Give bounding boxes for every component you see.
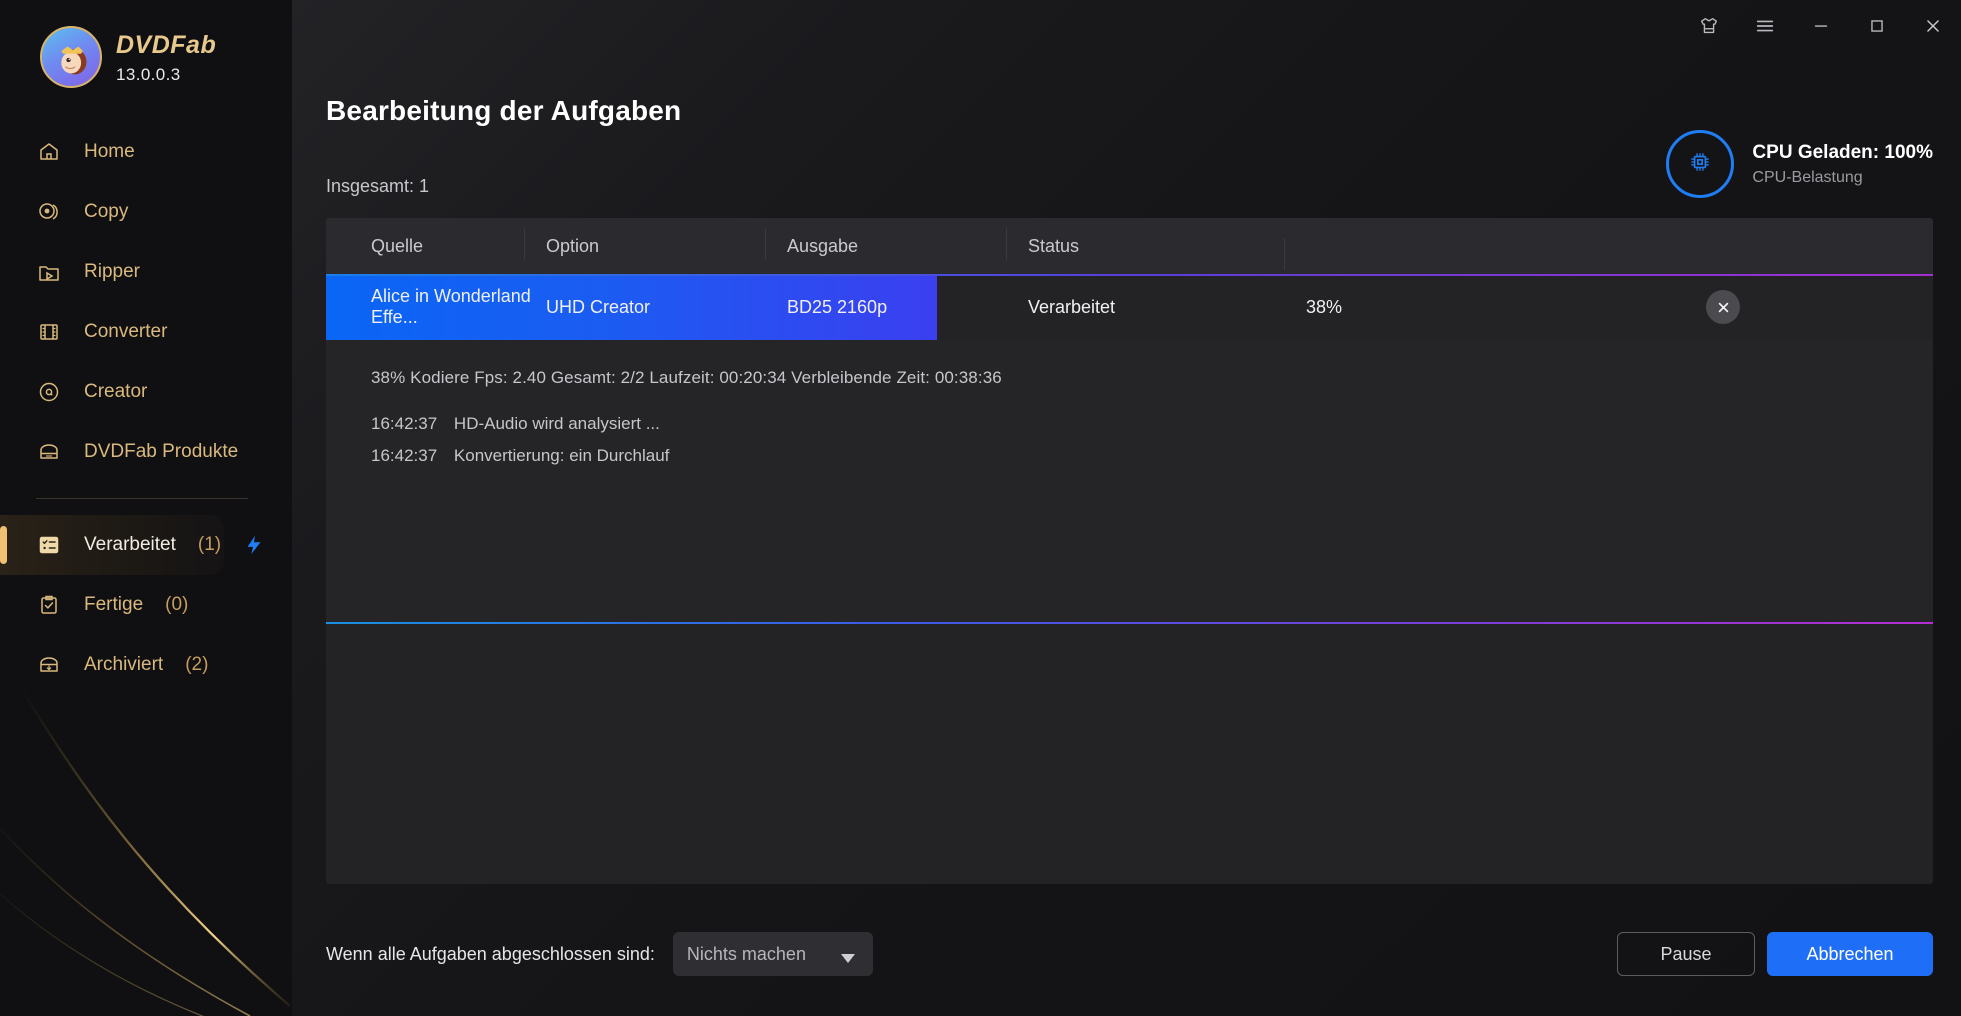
cell-source: Alice in Wonderland Effe... [371, 286, 531, 327]
column-header-ausgabe: Ausgabe [765, 227, 1028, 260]
sidebar-item-label: Home [84, 141, 135, 162]
log-line: 16:42:37 Konvertierung: ein Durchlauf [371, 446, 1933, 466]
app-version: 13.0.0.3 [116, 65, 181, 84]
cpu-ring [1666, 130, 1735, 198]
sidebar-item-label: Fertige [84, 594, 144, 615]
on-complete-selected-value: Nichts machen [686, 943, 806, 964]
window-controls [1681, 0, 1961, 52]
sidebar-item-label: Archiviert [84, 654, 164, 675]
cpu-usage-subtitle: CPU-Belastung [1752, 168, 1863, 186]
footer-actions: Pause Abbrechen [1617, 932, 1933, 976]
skin-icon[interactable] [1681, 0, 1737, 52]
task-panel: Quelle Option Ausgabe Status Alice in Wo… [326, 218, 1933, 884]
page-title: Bearbeitung der Aufgaben [326, 95, 682, 126]
sidebar-item-verarbeitet[interactable]: Verarbeitet (1) [0, 515, 261, 575]
hamburger-menu-icon[interactable] [1737, 0, 1793, 52]
column-header-quelle: Quelle [371, 235, 424, 256]
cpu-usage-title: CPU Geladen: 100% [1752, 141, 1933, 163]
task-list-icon [36, 532, 62, 558]
cpu-chip-icon [1687, 149, 1713, 180]
box-icon [36, 439, 62, 465]
column-header-option: Option [524, 227, 787, 260]
task-row-wrapper: Alice in Wonderland Effe... UHD Creator … [326, 274, 1933, 340]
sidebar-decoration [0, 685, 291, 1016]
table-header: Quelle Option Ausgabe Status [326, 218, 1933, 274]
cell-actions [1606, 290, 1933, 324]
disc-copy-icon [36, 199, 62, 225]
total-count-label: Insgesamt: 1 [326, 176, 430, 196]
close-icon[interactable] [1905, 0, 1961, 52]
sidebar-item-label: Converter [84, 321, 168, 342]
chevron-down-icon [840, 950, 855, 968]
task-log: 16:42:37 HD-Audio wird analysiert ... 16… [371, 414, 1933, 466]
cell-progress: 38% [1306, 296, 1343, 317]
row-accent-line [326, 274, 1933, 276]
log-line: 16:42:37 HD-Audio wird analysiert ... [371, 414, 1933, 434]
column-header-status: Status [1006, 227, 1306, 260]
sidebar-item-dvdfab-produkte[interactable]: DVDFab Produkte [0, 422, 292, 482]
sidebar-item-archiviert[interactable]: Archiviert (2) [0, 635, 292, 695]
pause-button[interactable]: Pause [1617, 932, 1755, 976]
detail-accent-line [326, 622, 1933, 624]
task-detail-panel: 38% Kodiere Fps: 2.40 Gesamt: 2/2 Laufze… [326, 340, 1933, 624]
cpu-usage-widget: CPU Geladen: 100% CPU-Belastung [1666, 130, 1933, 198]
minimize-icon[interactable] [1793, 0, 1849, 52]
cancel-task-button[interactable] [1706, 290, 1740, 324]
main-content: Bearbeitung der Aufgaben Insgesamt: 1 CP… [292, 0, 1961, 1016]
maximize-icon[interactable] [1849, 0, 1905, 52]
home-icon [36, 139, 62, 165]
app-logo [40, 26, 102, 88]
app-window: DVDFab 13.0.0.3 Home Copy Ripper Convert… [0, 0, 1961, 1016]
sidebar-item-ripper[interactable]: Ripper [0, 242, 292, 302]
brand-name: DVDFab [116, 31, 217, 59]
ripper-icon [36, 259, 62, 285]
footer-bar: Wenn alle Aufgaben abgeschlossen sind: N… [326, 928, 1933, 980]
sidebar-item-label: Ripper [84, 261, 140, 282]
sidebar-item-converter[interactable]: Converter [0, 302, 292, 362]
on-complete-select[interactable]: Nichts machen [672, 932, 873, 976]
log-time: 16:42:37 [371, 446, 438, 465]
table-row[interactable]: Alice in Wonderland Effe... UHD Creator … [326, 274, 1933, 340]
log-text: HD-Audio wird analysiert ... [453, 414, 660, 433]
sidebar-item-label: Creator [84, 381, 148, 402]
lightning-bolt-icon [243, 534, 265, 556]
brand: DVDFab 13.0.0.3 [0, 0, 292, 88]
sidebar-item-copy[interactable]: Copy [0, 182, 292, 242]
sidebar-item-count: (0) [165, 594, 189, 615]
close-icon [1718, 302, 1728, 312]
cell-option: UHD Creator [546, 296, 651, 317]
monkey-logo-icon [61, 46, 87, 75]
sidebar-item-count: (1) [197, 534, 222, 555]
sidebar-item-creator[interactable]: Creator [0, 362, 292, 422]
on-complete-label: Wenn alle Aufgaben abgeschlossen sind: [326, 943, 655, 964]
film-icon [36, 319, 62, 345]
log-time: 16:42:37 [371, 414, 438, 433]
sidebar-divider [36, 498, 248, 499]
sidebar-item-count: (2) [185, 654, 209, 675]
task-stats-line: 38% Kodiere Fps: 2.40 Gesamt: 2/2 Laufze… [371, 368, 1002, 387]
sidebar-item-label: DVDFab Produkte [84, 441, 239, 462]
cell-output: BD25 2160p [787, 296, 888, 317]
sidebar-item-label: Copy [84, 201, 129, 222]
cell-status: Verarbeitet [1028, 296, 1116, 317]
disc-icon [36, 379, 62, 405]
log-text: Konvertierung: ein Durchlauf [453, 446, 670, 465]
archive-icon [36, 652, 62, 678]
sidebar: DVDFab 13.0.0.3 Home Copy Ripper Convert… [0, 0, 292, 1016]
sidebar-item-label: Verarbeitet [84, 534, 176, 555]
sidebar-item-fertige[interactable]: Fertige (0) [0, 575, 292, 635]
clipboard-check-icon [36, 592, 62, 618]
sidebar-nav: Home Copy Ripper Converter Creator DVDFa… [0, 122, 292, 695]
cancel-button[interactable]: Abbrechen [1767, 932, 1933, 976]
sidebar-item-home[interactable]: Home [0, 122, 292, 182]
